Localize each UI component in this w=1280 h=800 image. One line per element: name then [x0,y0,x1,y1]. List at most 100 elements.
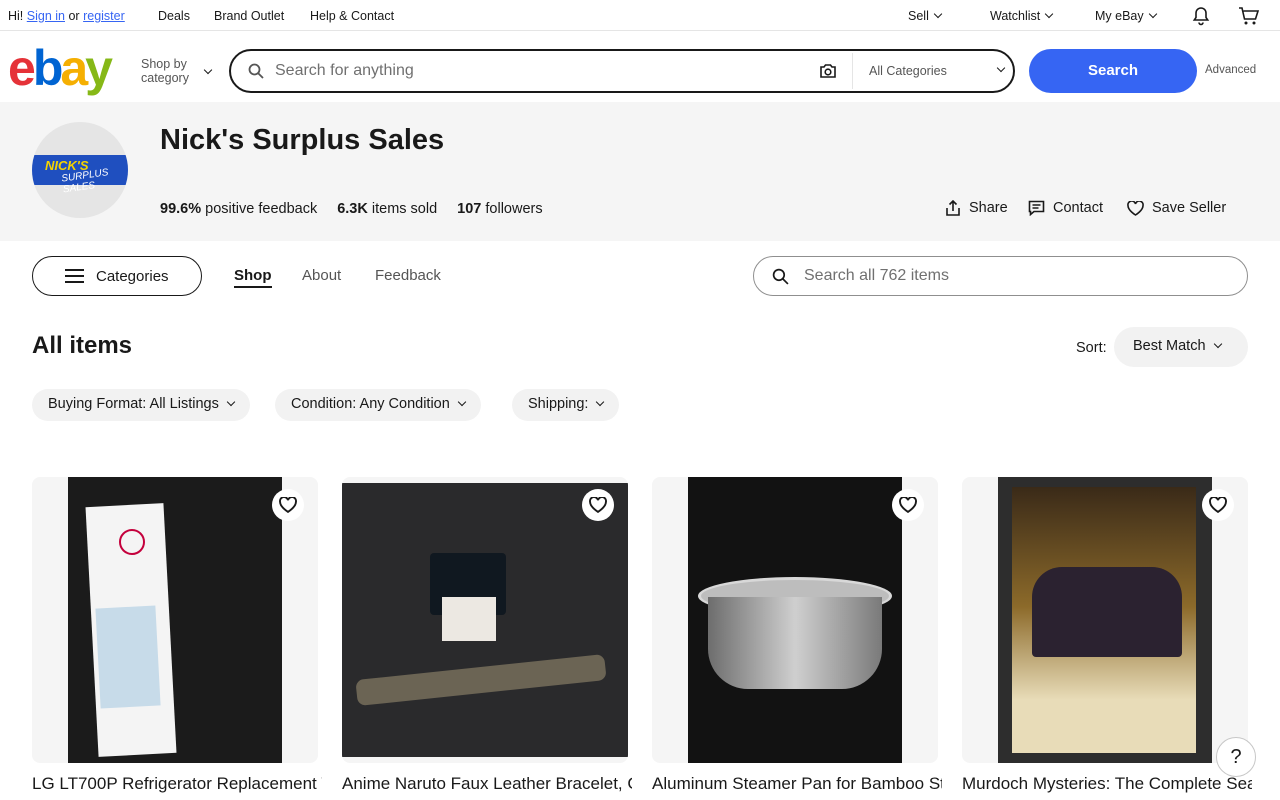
chevron-down-icon [596,397,605,407]
watchlist-label: Watchlist [990,9,1041,23]
search-input[interactable]: Search for anything [275,62,414,80]
item-title[interactable]: Aluminum Steamer Pan for Bamboo Steamer … [652,774,942,794]
search-icon [772,268,789,290]
page-title: All items [32,332,133,359]
sort-dropdown[interactable]: Best Match [1114,327,1248,367]
shop-by-line1: Shop by [141,57,187,71]
tab-feedback[interactable]: Feedback [375,267,441,284]
sold-value: 6.3K [337,201,368,217]
watch-button[interactable] [582,489,614,521]
watchlist-menu[interactable]: Watchlist [990,9,1054,23]
heart-icon [899,497,917,513]
logo-letter-e: e [8,40,36,96]
watch-button[interactable] [1202,489,1234,521]
chat-icon [1028,200,1045,216]
heart-icon [1209,497,1227,513]
logo-letter-y: y [85,40,113,96]
deals-link[interactable]: Deals [158,9,190,23]
item-image-bracelet[interactable] [342,477,628,763]
sold-label: items sold [371,201,438,217]
filter-buying-format[interactable]: Buying Format: All Listings [32,389,250,421]
seller-name: Nick's Surplus Sales [160,124,445,156]
filter-label: Shipping: [528,396,589,412]
chevron-down-icon [1213,339,1222,349]
my-ebay-menu[interactable]: My eBay [1095,9,1157,23]
followers-stat: 107 followers [457,201,542,217]
top-utility-bar: Hi! Sign in or register Deals Brand Outl… [0,0,1280,31]
store-search-input[interactable]: Search all 762 items [804,267,949,285]
item-title[interactable]: LG LT700P Refrigerator Replacement Water… [32,774,322,794]
share-button[interactable]: Share [945,200,1008,216]
contact-button[interactable]: Contact [1028,200,1103,216]
item-image-dvd-set[interactable] [962,477,1248,763]
heart-icon [279,497,297,513]
filter-shipping[interactable]: Shipping: [512,389,620,421]
store-search-box[interactable]: Search all 762 items [753,256,1248,296]
filter-label: Condition: Any Condition [291,396,450,412]
register-link[interactable]: register [83,9,125,23]
my-ebay-label: My eBay [1095,9,1144,23]
shop-by-line2: category [141,71,189,85]
search-button[interactable]: Search [1029,49,1197,93]
logo-letter-b: b [32,40,63,96]
categories-button[interactable]: Categories [32,256,202,296]
camera-icon[interactable] [819,63,837,84]
sold-stat: 6.3K items sold [337,201,437,217]
filter-condition[interactable]: Condition: Any Condition [275,389,481,421]
ebay-logo[interactable]: ebay [8,40,113,96]
brand-outlet-link[interactable]: Brand Outlet [214,9,284,23]
heart-icon [589,497,607,513]
item-image-steamer-pan[interactable] [652,477,938,763]
chevron-down-icon [457,397,467,407]
share-label: Share [969,200,1008,216]
chevron-down-icon [996,63,1006,73]
sort-value: Best Match [1133,338,1206,354]
seller-avatar: NICK'S SURPLUS SALES [32,122,128,218]
search-divider [852,53,853,89]
followers-label: followers [485,201,543,217]
item-title[interactable]: Anime Naruto Faux Leather Bracelet, Chai… [342,774,632,794]
heart-icon [1127,200,1144,216]
or-text: or [68,9,80,23]
search-icon [248,63,264,84]
global-search-box[interactable]: Search for anything All Categories [229,49,1015,93]
feedback-stat[interactable]: 99.6% positive feedback [160,201,317,217]
share-icon [946,200,960,216]
chevron-down-icon [1148,9,1157,19]
followers-value: 107 [457,201,482,217]
filter-label: Buying Format: All Listings [48,396,219,412]
item-title[interactable]: Murdoch Mysteries: The Complete Season 1… [962,774,1252,794]
greeting-text: Hi! [8,9,24,23]
hamburger-icon [65,269,84,283]
greeting-area: Hi! Sign in or register [8,9,125,23]
item-image-water-filter[interactable] [32,477,318,763]
save-seller-label: Save Seller [1152,200,1227,216]
seller-header: NICK'S SURPLUS SALES Nick's Surplus Sale… [0,102,1280,241]
cart-icon[interactable] [1238,6,1260,29]
help-contact-link[interactable]: Help & Contact [310,9,394,23]
save-seller-button[interactable]: Save Seller [1127,200,1226,216]
feedback-label: positive feedback [205,201,318,217]
categories-label: Categories [96,268,169,285]
chevron-down-icon [1045,9,1054,19]
watch-button[interactable] [892,489,924,521]
main-header: ebay Shop by category Search for anythin… [0,31,1280,102]
category-select[interactable]: All Categories [869,64,947,78]
tab-about[interactable]: About [302,267,341,284]
chevron-down-icon [203,65,213,75]
sign-in-link[interactable]: Sign in [27,9,65,23]
seller-stats: 99.6% positive feedback 6.3K items sold … [160,201,543,217]
sell-label: Sell [908,9,929,23]
sort-label: Sort: [1076,340,1107,356]
contact-label: Contact [1053,200,1103,216]
shop-by-category-button[interactable]: Shop by category [141,57,189,85]
feedback-value: 99.6% [160,201,202,217]
logo-letter-a: a [60,40,88,96]
tab-shop[interactable]: Shop [234,267,272,288]
watch-button[interactable] [272,489,304,521]
sell-menu[interactable]: Sell [908,9,943,23]
advanced-search-link[interactable]: Advanced [1205,64,1256,76]
bell-icon[interactable] [1191,6,1211,29]
chevron-down-icon [933,9,943,19]
help-button[interactable]: ? [1216,737,1256,777]
